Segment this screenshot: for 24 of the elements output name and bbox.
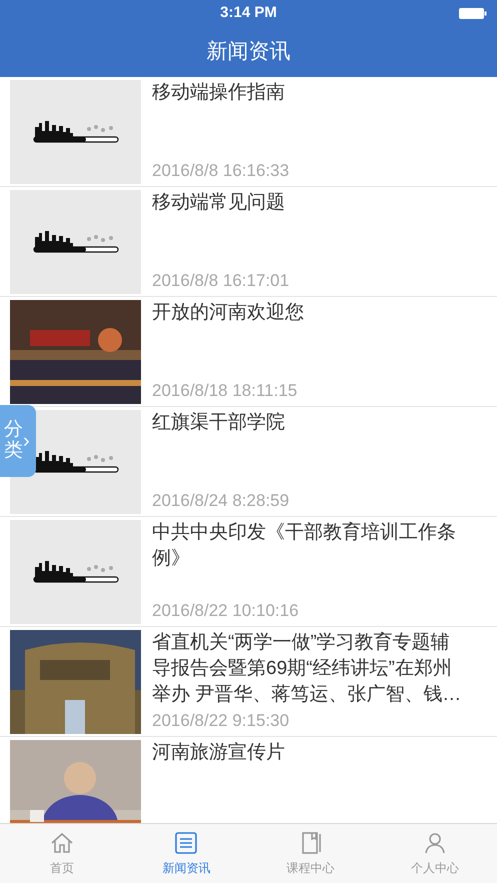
status-time: 3:14 PM xyxy=(220,2,277,23)
article-title: 中共中央印发《干部教育培训工作条例》 xyxy=(152,520,457,571)
article-title: 省直机关“两学一做”学习教育专题辅导报告会暨第69期“经纬讲坛”在郑州举办 尹晋华、蒋笃运、张广智、钱… xyxy=(152,630,462,707)
article-item[interactable]: 开放的河南欢迎您 2016/8/18 18:11:15 xyxy=(0,297,497,407)
battery-icon xyxy=(459,8,487,19)
article-date: 2016/8/22 10:10:16 xyxy=(152,600,300,622)
home-icon xyxy=(49,830,76,856)
list-icon xyxy=(173,830,200,856)
article-item[interactable]: 移动端常见问题 2016/8/8 16:17:01 xyxy=(0,187,497,297)
article-title: 开放的河南欢迎您 xyxy=(152,301,305,325)
article-title: 河南旅游宣传片 xyxy=(152,741,286,765)
article-date: 2016/8/18 18:11:15 xyxy=(152,380,298,402)
article-title: 移动端常见问题 xyxy=(152,191,286,215)
article-item[interactable]: 中共中央印发《干部教育培训工作条例》 2016/8/22 10:10:16 xyxy=(0,517,497,627)
tab-item[interactable]: 新闻资讯 xyxy=(124,824,248,883)
article-item[interactable]: 省直机关“两学一做”学习教育专题辅导报告会暨第69期“经纬讲坛”在郑州举办 尹晋华、蒋笃运、张广智、钱… 2016/8/22 9:15:30 xyxy=(0,627,497,737)
article-title: 移动端操作指南 xyxy=(152,81,286,105)
article-date: 2016/8/8 16:16:33 xyxy=(152,160,290,182)
nav-title: 新闻资讯 xyxy=(206,38,290,65)
article-date: 2016/8/22 9:15:30 xyxy=(152,710,290,732)
article-item[interactable]: 移动端操作指南 2016/8/8 16:16:33 xyxy=(0,77,497,187)
article-title: 红旗渠干部学院 xyxy=(152,411,286,435)
article-date: 2016/8/24 8:28:59 xyxy=(152,490,290,512)
article-date: 2016/8/8 16:17:01 xyxy=(152,270,290,292)
